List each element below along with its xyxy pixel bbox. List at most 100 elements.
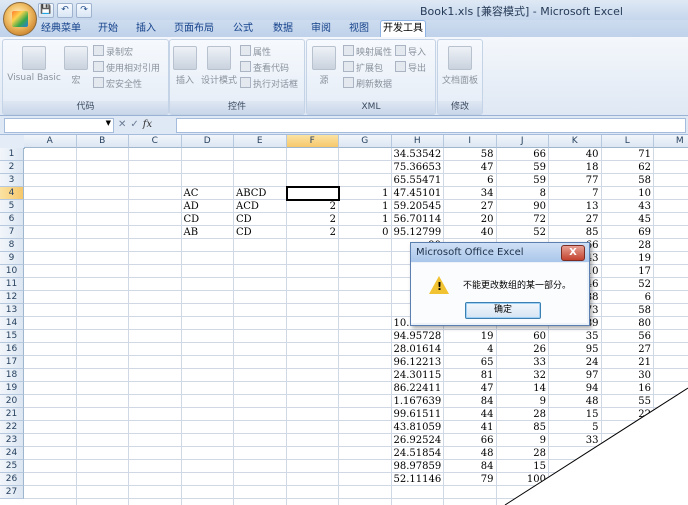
cell-H19[interactable]: 86.22411 [394, 382, 442, 395]
column-header[interactable]: K [549, 135, 602, 148]
row-header[interactable]: 4 [0, 187, 24, 200]
tab-7[interactable]: 视图 [342, 21, 376, 37]
cell-J16[interactable]: 26 [499, 343, 546, 356]
cell-J19[interactable]: 14 [499, 382, 546, 395]
cell-L19[interactable]: 16 [604, 382, 651, 395]
cell-H21[interactable]: 99.61511 [394, 408, 442, 421]
cell-J6[interactable]: 72 [499, 213, 546, 226]
column-header[interactable]: J [496, 135, 549, 148]
cell-J5[interactable]: 90 [499, 200, 546, 213]
tab-8[interactable]: 开发工具 [380, 20, 426, 38]
cell-E5[interactable]: ACD [236, 200, 284, 213]
export-button[interactable]: 导出 [395, 61, 426, 74]
save-icon[interactable]: 💾 [38, 2, 54, 18]
cell-H7[interactable]: 95.12799 [394, 226, 442, 239]
cell-J23[interactable]: 9 [499, 434, 546, 447]
row-header[interactable]: 15 [0, 330, 24, 343]
cell-D5[interactable]: AD [184, 200, 232, 213]
cell-K15[interactable]: 35 [551, 330, 599, 343]
column-header[interactable]: F [286, 135, 339, 148]
column-header[interactable]: A [24, 135, 77, 148]
row-header[interactable]: 14 [0, 317, 24, 330]
cell-L20[interactable]: 55 [604, 395, 651, 408]
cell-H26[interactable]: 52.11146 [394, 473, 442, 486]
record-macro-button[interactable]: 录制宏 [93, 45, 133, 58]
cell-J18[interactable]: 32 [499, 369, 546, 382]
cell-H3[interactable]: 65.55471 [394, 174, 442, 187]
row-header[interactable]: 20 [0, 395, 24, 408]
tab-3[interactable]: 页面布局 [168, 21, 220, 37]
insert-function-icon[interactable]: fx [143, 119, 152, 130]
cell-G7[interactable]: 0 [341, 226, 388, 239]
cell-E6[interactable]: CD [236, 213, 284, 226]
row-header[interactable]: 22 [0, 421, 24, 434]
cell-F7[interactable]: 2 [289, 226, 336, 239]
cell-H2[interactable]: 75.36653 [394, 161, 442, 174]
row-header[interactable]: 16 [0, 343, 24, 356]
row-header[interactable]: 13 [0, 304, 24, 317]
column-header[interactable]: C [129, 135, 182, 148]
tab-1[interactable]: 开始 [92, 21, 124, 37]
cell-I7[interactable]: 40 [446, 226, 494, 239]
cell-L4[interactable]: 10 [604, 187, 651, 200]
cell-H25[interactable]: 98.97859 [394, 460, 442, 473]
cell-E7[interactable]: CD [236, 226, 284, 239]
cell-L3[interactable]: 58 [604, 174, 651, 187]
cell-I21[interactable]: 44 [446, 408, 494, 421]
cell-K16[interactable]: 95 [551, 343, 599, 356]
cell-I15[interactable]: 19 [446, 330, 494, 343]
row-header[interactable]: 17 [0, 356, 24, 369]
macros-button[interactable]: 宏 [63, 46, 89, 86]
cell-I6[interactable]: 20 [446, 213, 494, 226]
cell-H17[interactable]: 96.12213 [394, 356, 442, 369]
column-header[interactable]: H [391, 135, 444, 148]
macro-security-button[interactable]: 宏安全性 [93, 77, 142, 90]
cell-H5[interactable]: 59.20545 [394, 200, 442, 213]
cell-L13[interactable]: 58 [604, 304, 651, 317]
cell-I20[interactable]: 84 [446, 395, 494, 408]
cell-F5[interactable]: 2 [289, 200, 336, 213]
cell-K21[interactable]: 15 [551, 408, 599, 421]
cancel-icon[interactable]: ✕ [118, 119, 126, 130]
cell-H23[interactable]: 26.92524 [394, 434, 442, 447]
insert-control-button[interactable]: 插入 [172, 46, 198, 86]
row-header[interactable]: 6 [0, 213, 24, 226]
cell-J17[interactable]: 33 [499, 356, 546, 369]
cell-G5[interactable]: 1 [341, 200, 388, 213]
cell-I22[interactable]: 41 [446, 421, 494, 434]
row-header[interactable]: 3 [0, 174, 24, 187]
cell-K1[interactable]: 40 [551, 148, 599, 161]
name-box[interactable]: ▼ [4, 118, 114, 133]
cell-I3[interactable]: 6 [446, 174, 493, 187]
import-button[interactable]: 导入 [395, 45, 426, 58]
row-header[interactable]: 19 [0, 382, 24, 395]
row-header[interactable]: 12 [0, 291, 24, 304]
row-header[interactable]: 9 [0, 252, 24, 265]
formula-input[interactable] [176, 118, 686, 133]
row-header[interactable]: 2 [0, 161, 24, 174]
column-header[interactable]: E [234, 135, 287, 148]
column-header[interactable]: G [339, 135, 392, 148]
row-header[interactable]: 27 [0, 486, 24, 499]
cell-H1[interactable]: 34.53542 [394, 148, 442, 161]
cell-L6[interactable]: 45 [604, 213, 651, 226]
relative-reference-button[interactable]: 使用相对引用 [93, 61, 160, 74]
cell-I5[interactable]: 27 [446, 200, 494, 213]
properties-button[interactable]: 属性 [240, 45, 271, 58]
cell-L12[interactable]: 6 [604, 291, 651, 304]
cell-L15[interactable]: 56 [604, 330, 651, 343]
design-mode-button[interactable]: 设计模式 [200, 46, 238, 86]
refresh-data-button[interactable]: 刷新数据 [343, 77, 392, 90]
cell-L16[interactable]: 27 [604, 343, 651, 356]
cell-G4[interactable]: 1 [341, 187, 388, 200]
cell-L14[interactable]: 80 [604, 317, 651, 330]
cell-J4[interactable]: 8 [499, 187, 546, 200]
cell-I1[interactable]: 58 [446, 148, 494, 161]
cell-J2[interactable]: 59 [499, 161, 546, 174]
cell-I19[interactable]: 47 [446, 382, 494, 395]
cell-I16[interactable]: 4 [446, 343, 493, 356]
row-header[interactable]: 10 [0, 265, 24, 278]
cell-J3[interactable]: 59 [499, 174, 546, 187]
cell-I4[interactable]: 34 [446, 187, 494, 200]
row-header[interactable]: 25 [0, 460, 24, 473]
